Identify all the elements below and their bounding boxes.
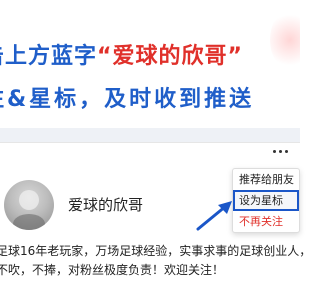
menu-item-star[interactable]: 设为星标 [233, 190, 299, 211]
banner-line-1: 击上方蓝字“爱球的欣哥” [0, 38, 243, 70]
banner-line-1-prefix: 击上方蓝字 [0, 44, 98, 69]
menu-item-recommend[interactable]: 推荐给朋友 [233, 169, 299, 190]
promo-banner: 击上方蓝字“爱球的欣哥” 注&星标，及时收到推送 [0, 0, 300, 128]
avatar[interactable] [4, 180, 54, 230]
arrow-pointer-icon [196, 201, 232, 231]
section-divider [0, 128, 300, 142]
bio-line-1: 足球16年老玩家，万场足球经验，实事求事的足球创业人， [0, 244, 312, 258]
menu-item-unfollow[interactable]: 不再关注 [233, 211, 299, 232]
bio-line-2: 不吹，不捧，对粉丝极度负责！欢迎关注！ [0, 263, 225, 277]
context-menu: 推荐给朋友 设为星标 不再关注 [232, 168, 300, 233]
profile-bio: 足球16年老玩家，万场足球经验，实事求事的足球创业人， 不吹，不捧，对粉丝极度负… [0, 242, 316, 280]
banner-line-2: 注&星标，及时收到推送 [0, 87, 255, 112]
avatar-image [13, 190, 45, 230]
more-icon[interactable] [271, 146, 289, 156]
banner-account-name: “爱球的欣哥” [97, 44, 243, 69]
profile-name: 爱球的欣哥 [68, 196, 144, 214]
decorative-blob [270, 10, 300, 70]
